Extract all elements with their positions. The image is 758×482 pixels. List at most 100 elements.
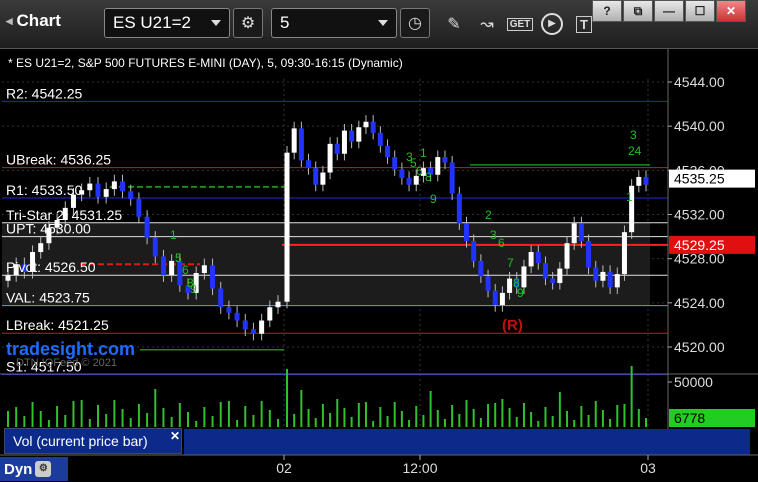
candle-body — [363, 121, 369, 128]
get-data-button[interactable]: GET — [506, 10, 534, 38]
candle-body — [557, 268, 563, 283]
level-label: UPT: 4530.00 — [6, 221, 91, 237]
symbol-value: ES U21=2 — [113, 13, 191, 32]
clock-icon: ◷ — [408, 15, 422, 32]
minimize-button[interactable]: — — [654, 0, 684, 22]
candle-body — [442, 157, 448, 163]
settings-icon: ⚙ — [35, 461, 52, 477]
price-tick-label: 4520.00 — [674, 339, 725, 355]
candle-body — [298, 128, 304, 161]
window-controls: ? ⧉ — ☐ ✕ — [592, 0, 746, 22]
candle-body — [542, 263, 548, 279]
candle-body — [234, 312, 240, 321]
candle-body — [259, 320, 265, 334]
level-label: R1: 4533.50 — [6, 182, 82, 198]
time-tick-label: 03 — [640, 460, 656, 476]
get-icon: GET — [506, 17, 534, 31]
candle-body — [385, 146, 391, 158]
candle-body — [313, 168, 319, 185]
candle-body — [377, 132, 383, 147]
app-title[interactable]: ◂ Chart — [6, 11, 61, 31]
candle-body — [291, 128, 297, 153]
symbol-selector[interactable]: ES U21=2 — [104, 8, 230, 38]
chevron-left-icon: ◂ — [6, 13, 13, 28]
count-signal: 9 — [517, 286, 524, 300]
count-signal: 6 — [498, 236, 505, 250]
candle-body — [87, 183, 93, 191]
app-title-text: Chart — [16, 11, 61, 30]
data-feed-credit: DTN IQFeed © 2021 — [16, 357, 117, 369]
chart-toolbar: ◂ Chart ES U21=2 ⚙ 5 ◷ ✎ ↝ GET ▶ T ? ⧉ —… — [0, 0, 758, 49]
volume-axis-label: 50000 — [674, 374, 713, 390]
candle-body — [128, 191, 134, 200]
level-price-label: 4529.25 — [674, 237, 725, 253]
time-tick-label: 12:00 — [402, 460, 437, 476]
candle-body — [607, 271, 613, 288]
price-tick-label: 4540.00 — [674, 118, 725, 134]
candle-body — [528, 252, 534, 267]
candle-body — [111, 181, 117, 190]
candle-body — [600, 271, 606, 281]
count-signal: 6 — [182, 263, 189, 277]
candle-body — [201, 265, 207, 274]
time-frame-button[interactable]: ◷ — [400, 8, 430, 38]
candle-body — [5, 275, 11, 281]
candle-body — [306, 160, 312, 169]
link-button[interactable]: ⧉ — [623, 0, 653, 22]
pencil-icon: ✎ — [447, 16, 461, 33]
level-label: VAL: 4523.75 — [6, 290, 90, 306]
candle-body — [614, 274, 620, 288]
time-axis: 02 12:00 03 — [0, 454, 758, 476]
candle-body — [535, 252, 541, 264]
candle-body — [507, 278, 513, 293]
dynamic-mode-label: Dyn — [4, 460, 33, 478]
candle-body — [349, 130, 355, 142]
volume-panel-label[interactable]: Vol (current price bar) — [4, 428, 182, 454]
candle-body — [621, 232, 627, 275]
candle-body — [464, 223, 469, 241]
close-icon[interactable]: ✕ — [170, 429, 180, 443]
level-label: Pivot: 4526.50 — [6, 259, 96, 275]
candle-body — [392, 157, 398, 170]
candle-body — [226, 307, 232, 313]
gear-icon: ⚙ — [240, 15, 256, 32]
count-signal: 7 — [507, 256, 514, 270]
candle-body — [144, 216, 150, 238]
candle-body — [250, 329, 256, 334]
maximize-button[interactable]: ☐ — [685, 0, 715, 22]
interval-selector[interactable]: 5 — [271, 8, 397, 38]
play-button[interactable]: ▶ — [538, 10, 566, 38]
candle-body — [334, 143, 340, 154]
candle-body — [38, 243, 44, 253]
candle-body — [550, 278, 556, 283]
count-signal: 3 — [490, 228, 497, 242]
volume-value-label: 6778 — [674, 410, 705, 426]
price-chart[interactable]: 156891356 892367893241 R2: 4542.25UBreak:… — [0, 49, 758, 482]
candle-body — [571, 223, 577, 244]
candle-body — [586, 241, 592, 268]
text-icon: T — [576, 15, 592, 33]
price-tick-label: 4544.00 — [674, 74, 725, 90]
dynamic-mode-button[interactable]: Dyn ⚙ — [0, 457, 68, 481]
candle-body — [284, 152, 290, 302]
candle-body — [499, 292, 505, 306]
candle-body — [152, 237, 158, 257]
candle-body — [120, 181, 126, 192]
chart-header: * ES U21=2, S&P 500 FUTURES E-MINI (DAY)… — [8, 56, 403, 70]
candle-body — [406, 178, 412, 185]
studies-button[interactable]: ↝ — [473, 10, 501, 38]
candle-body — [399, 169, 405, 179]
level-label: LBreak: 4521.25 — [6, 317, 109, 333]
help-button[interactable]: ? — [592, 0, 622, 22]
count-signal: 6 — [416, 164, 423, 178]
time-tick-label: 02 — [276, 460, 292, 476]
close-button[interactable]: ✕ — [716, 0, 746, 22]
play-icon: ▶ — [541, 13, 563, 35]
settings-gear-button[interactable]: ⚙ — [233, 8, 263, 38]
candle-body — [160, 256, 166, 276]
volume-scroll-region — [184, 429, 750, 455]
candle-body — [275, 301, 281, 308]
draw-pencil-button[interactable]: ✎ — [440, 10, 468, 38]
watermark-logo: tradesight.com — [6, 339, 135, 359]
candle-body — [471, 241, 477, 261]
